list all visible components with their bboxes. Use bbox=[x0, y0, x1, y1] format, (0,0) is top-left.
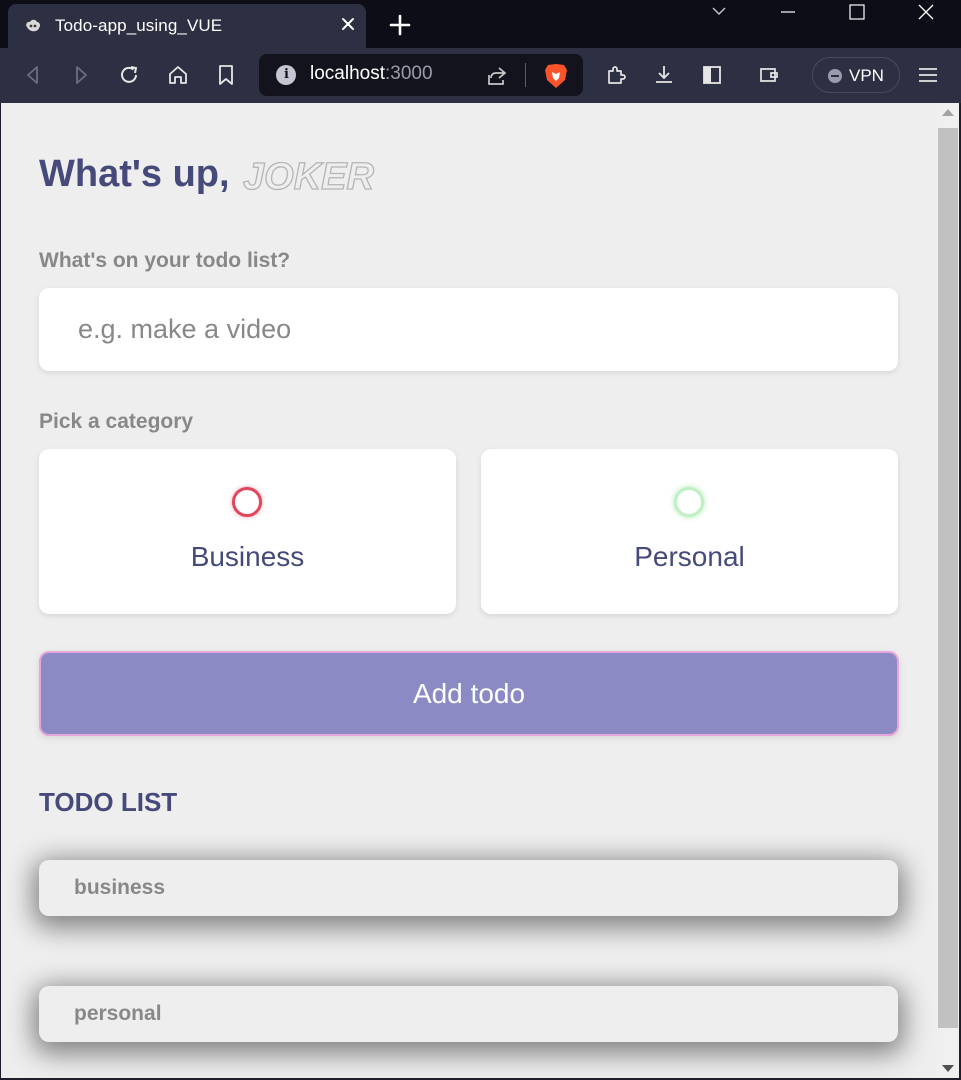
todo-item[interactable]: business bbox=[39, 860, 898, 916]
download-icon[interactable] bbox=[652, 63, 676, 87]
add-todo-button[interactable]: Add todo bbox=[39, 651, 899, 736]
back-icon[interactable] bbox=[21, 63, 45, 87]
browser-tab[interactable]: Todo-app_using_VUE bbox=[8, 4, 366, 48]
page-viewport: What's up, What's on your todo list? e.g… bbox=[1, 103, 937, 1078]
name-input[interactable] bbox=[243, 155, 523, 199]
site-info-icon[interactable] bbox=[276, 65, 296, 85]
vpn-label: VPN bbox=[849, 66, 884, 85]
todo-input[interactable]: e.g. make a video bbox=[39, 288, 898, 371]
personal-label: Personal bbox=[634, 541, 745, 572]
category-label: Pick a category bbox=[39, 410, 194, 433]
page-scrollbar[interactable] bbox=[937, 103, 959, 1078]
personal-radio[interactable] bbox=[674, 487, 704, 517]
scroll-thumb[interactable] bbox=[938, 128, 958, 1028]
minimize-icon[interactable] bbox=[759, 0, 817, 28]
brave-shields-icon[interactable] bbox=[543, 62, 569, 90]
close-window-icon[interactable] bbox=[897, 0, 955, 28]
bookmark-icon[interactable] bbox=[214, 63, 238, 87]
business-label: Business bbox=[190, 541, 305, 572]
todo-input-placeholder: e.g. make a video bbox=[78, 314, 292, 344]
reload-icon[interactable] bbox=[117, 63, 141, 87]
tab-title: Todo-app_using_VUE bbox=[55, 16, 223, 35]
scroll-up-arrow-icon[interactable] bbox=[942, 109, 954, 116]
todo-item[interactable]: personal bbox=[39, 986, 898, 1042]
todo-list-title: TODO LIST bbox=[39, 787, 178, 817]
category-business-option[interactable]: Business bbox=[39, 449, 456, 614]
todo-item-text: business bbox=[74, 876, 166, 899]
extensions-icon[interactable] bbox=[604, 63, 628, 87]
home-icon[interactable] bbox=[166, 63, 190, 87]
category-personal-option[interactable]: Personal bbox=[481, 449, 898, 614]
window-titlebar: Todo-app_using_VUE bbox=[0, 0, 961, 48]
url-text[interactable]: localhost:3000 bbox=[310, 63, 433, 85]
url-divider bbox=[525, 63, 526, 87]
browser-toolbar: localhost:3000 VPN bbox=[0, 48, 961, 103]
greeting-heading: What's up, bbox=[39, 153, 230, 195]
new-tab-icon[interactable] bbox=[388, 13, 412, 37]
tab-search-chevron-icon[interactable] bbox=[690, 0, 748, 28]
vpn-button[interactable]: VPN bbox=[812, 57, 900, 93]
app-favicon-icon bbox=[26, 19, 41, 32]
vpn-status-icon bbox=[828, 69, 842, 83]
business-radio[interactable] bbox=[232, 487, 262, 517]
address-bar[interactable]: localhost:3000 bbox=[259, 54, 583, 96]
share-icon[interactable] bbox=[485, 64, 509, 88]
todo-label: What's on your todo list? bbox=[39, 249, 291, 272]
forward-icon[interactable] bbox=[69, 63, 93, 87]
close-tab-icon[interactable] bbox=[340, 16, 356, 32]
maximize-icon[interactable] bbox=[828, 0, 886, 28]
todo-item-text: personal bbox=[74, 1002, 162, 1025]
sidebar-icon[interactable] bbox=[700, 63, 724, 87]
menu-icon[interactable] bbox=[916, 63, 940, 87]
wallet-icon[interactable] bbox=[757, 63, 781, 87]
scroll-down-arrow-icon[interactable] bbox=[942, 1065, 954, 1072]
